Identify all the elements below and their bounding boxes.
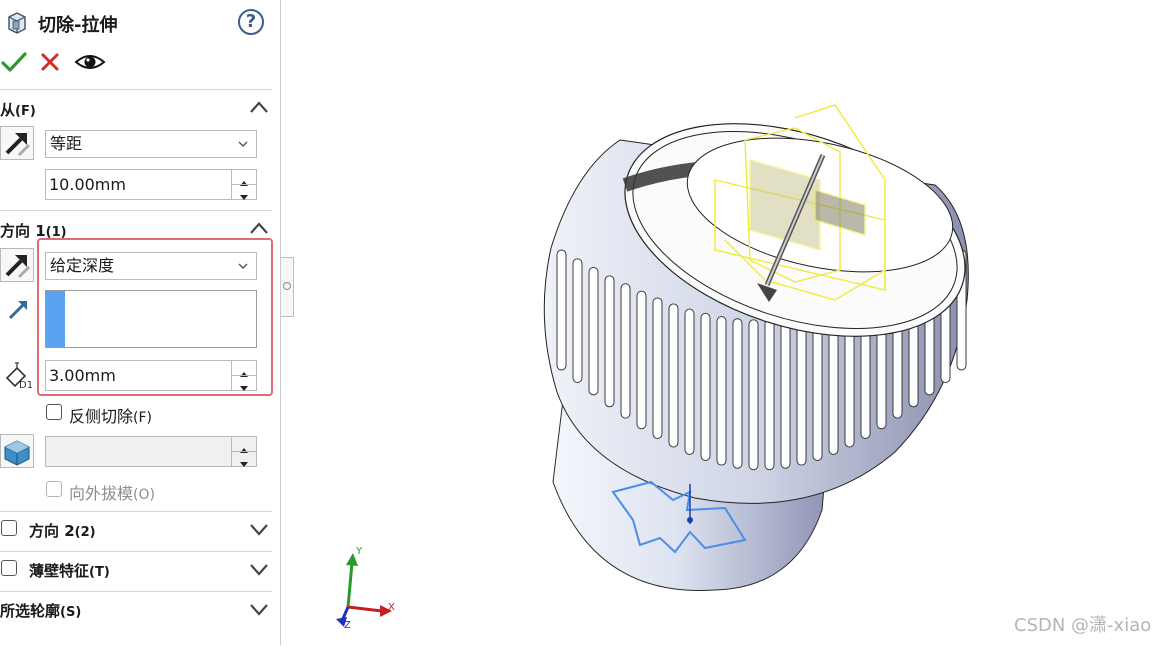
reverse-direction-icon — [5, 255, 31, 279]
knurl-groove — [684, 308, 695, 455]
draft-outward-label: 向外拔模 — [69, 484, 134, 503]
draft-toggle-button[interactable] — [0, 434, 34, 468]
triad-x-label: X — [388, 602, 395, 613]
flip-side-label-wrap[interactable]: 反侧切除(F) — [69, 403, 152, 427]
depth-value: 3.00mm — [49, 366, 116, 385]
extruded-cut-icon — [8, 12, 26, 34]
flip-side-checkbox[interactable] — [46, 404, 62, 420]
chevron-down-icon — [238, 263, 248, 269]
knurl-groove — [780, 318, 791, 469]
draft-outward-shortcut: (O) — [133, 487, 155, 503]
chevron-down-icon[interactable] — [249, 602, 269, 616]
knurl-groove — [732, 318, 743, 469]
knurl-groove — [764, 319, 775, 471]
flip-side-label: 反侧切除 — [69, 407, 134, 426]
knurl-groove — [668, 303, 679, 448]
knurl-groove — [636, 290, 647, 430]
knurl-groove — [556, 249, 567, 371]
reverse-direction-button[interactable] — [0, 248, 34, 282]
from-offset-value: 10.00mm — [49, 175, 126, 194]
from-type-select[interactable]: 等距 — [45, 130, 257, 158]
list-selection-indicator — [46, 291, 65, 347]
chevron-down-icon[interactable] — [249, 522, 269, 536]
section-from-shortcut: (F) — [15, 104, 36, 119]
end-condition-value: 给定深度 — [50, 256, 115, 275]
spin-down-button[interactable] — [232, 184, 256, 200]
section-selected-contours-label: 所选轮廓 — [0, 602, 61, 620]
section-direction2-title[interactable]: 方向 2(2) — [29, 520, 96, 541]
chevron-down-icon — [238, 141, 248, 147]
section-selected-contours-title[interactable]: 所选轮廓(S) — [0, 600, 81, 621]
knurl-groove — [748, 319, 759, 471]
section-thin-feature-label: 薄壁特征 — [29, 562, 90, 580]
watermark-text: CSDN @潇-xiao — [1014, 615, 1152, 636]
spin-up-button[interactable] — [232, 437, 256, 453]
triad-z-label: Z — [344, 620, 351, 631]
knurl-groove — [716, 316, 727, 466]
chevron-down-icon[interactable] — [249, 562, 269, 576]
flip-side-shortcut: (F) — [133, 410, 152, 426]
spin-down-button[interactable] — [232, 451, 256, 467]
ok-button[interactable] — [0, 48, 28, 76]
knurl-groove — [652, 297, 663, 439]
direction2-checkbox[interactable] — [1, 520, 17, 536]
knurl-groove — [588, 266, 599, 396]
from-offset-spinner — [231, 170, 256, 200]
feature-title-bar: 切除-拉伸 ? — [0, 0, 280, 46]
chevron-up-icon[interactable] — [249, 221, 269, 235]
section-selected-contours-shortcut: (S) — [60, 605, 82, 620]
spin-up-button[interactable] — [232, 170, 256, 186]
chevron-up-icon[interactable] — [249, 100, 269, 114]
knurl-groove — [796, 316, 807, 466]
draft-outward-label-wrap[interactable]: 向外拔模(O) — [69, 480, 155, 504]
thin-feature-checkbox[interactable] — [1, 560, 17, 576]
divider — [0, 210, 272, 211]
extrude-direction-icon — [8, 301, 27, 320]
section-thin-feature-title[interactable]: 薄壁特征(T) — [29, 560, 110, 581]
depth-dimension-icon: D1 — [5, 362, 33, 390]
coordinate-triad — [336, 553, 392, 627]
action-bar — [0, 48, 280, 78]
feature-title: 切除-拉伸 — [38, 15, 118, 36]
graphics-viewport[interactable]: Y X Z — [295, 0, 1170, 645]
knurl-groove — [700, 312, 711, 461]
section-thin-feature-shortcut: (T) — [89, 565, 110, 580]
depth-spinner — [231, 361, 256, 391]
direction-selection-list[interactable] — [45, 290, 257, 348]
spin-down-button[interactable] — [232, 375, 256, 391]
divider — [0, 591, 272, 592]
preview-eye-button[interactable] — [74, 48, 106, 76]
depth-dimension-label: D1 — [19, 380, 33, 390]
knurl-groove — [812, 312, 823, 461]
help-button[interactable]: ? — [238, 9, 264, 35]
section-direction2-label: 方向 2 — [29, 522, 75, 540]
section-direction2-shortcut: (2) — [74, 525, 96, 540]
divider — [0, 551, 272, 552]
divider — [0, 511, 272, 512]
section-from-title[interactable]: 从(F) — [0, 99, 36, 120]
from-type-icon — [0, 126, 34, 160]
draft-outward-checkbox[interactable] — [46, 481, 62, 497]
arrow-direction-icon — [5, 133, 31, 157]
knurl-groove — [604, 275, 615, 408]
draft-icon — [4, 440, 30, 466]
knurl-groove — [620, 283, 631, 419]
from-type-value: 等距 — [50, 134, 83, 153]
from-offset-input[interactable]: 10.00mm — [45, 169, 257, 200]
cancel-button[interactable] — [36, 48, 64, 76]
spin-up-button[interactable] — [232, 361, 256, 377]
property-manager-panel: 切除-拉伸 ? 从(F) 等距 10.00mm 方向 1(1) 给定深度 D1 … — [0, 0, 281, 645]
draft-spinner — [231, 437, 256, 467]
draft-angle-input[interactable] — [45, 436, 257, 467]
panel-collapse-handle[interactable] — [281, 257, 294, 317]
divider — [0, 89, 272, 90]
handle-dot — [283, 282, 291, 290]
section-from-label: 从 — [0, 101, 16, 119]
end-condition-select[interactable]: 给定深度 — [45, 252, 257, 280]
depth-input[interactable]: 3.00mm — [45, 360, 257, 391]
triad-y-label: Y — [356, 546, 363, 557]
knurl-groove — [572, 258, 583, 383]
model-view — [543, 104, 969, 592]
